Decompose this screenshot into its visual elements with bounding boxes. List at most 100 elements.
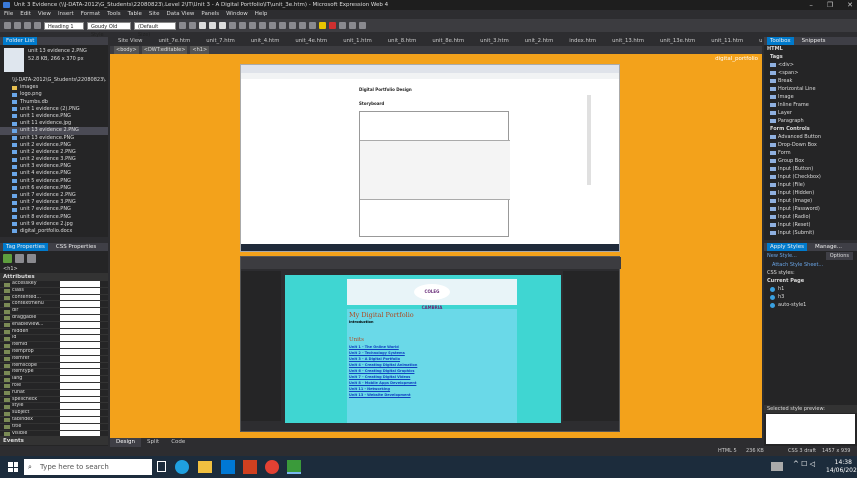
attribute-row[interactable]: itemid <box>0 342 108 349</box>
attribute-row[interactable]: style <box>0 403 108 411</box>
attribute-value[interactable] <box>60 410 100 416</box>
new-icon[interactable] <box>4 22 11 29</box>
html-category[interactable]: HTML <box>764 45 857 53</box>
status-html[interactable]: HTML 5 <box>718 447 737 456</box>
attribute-value[interactable] <box>60 403 100 410</box>
close-button[interactable]: ✕ <box>847 0 853 10</box>
attribute-row[interactable]: draggable <box>0 314 108 322</box>
file-item[interactable]: unit 2 evidence 2.PNG <box>0 149 108 156</box>
save-icon[interactable] <box>24 22 31 29</box>
attribute-row[interactable]: class <box>0 287 108 295</box>
document-tab[interactable]: unit_2.htm <box>517 37 562 46</box>
file-item[interactable]: unit 13 evidence.PNG <box>0 135 108 142</box>
file-item[interactable]: unit 2 evidence 3.PNG <box>0 156 108 163</box>
tab-split[interactable]: Split <box>141 438 165 447</box>
tag-body[interactable]: <body> <box>114 46 139 54</box>
options-button[interactable]: Options <box>825 252 853 260</box>
align-left-icon[interactable] <box>229 22 236 29</box>
attribute-value[interactable] <box>60 355 100 362</box>
document-tab[interactable]: unit_3.htm <box>472 37 517 46</box>
new-style-link[interactable]: New Style... <box>767 253 797 259</box>
underline-icon[interactable] <box>219 22 226 29</box>
folder-item[interactable]: images <box>0 84 108 91</box>
document-tab[interactable]: unit_7e.htm <box>150 37 198 46</box>
file-item[interactable]: unit 9 evidence 2.jpg <box>0 221 108 228</box>
toolbox-tag-item[interactable]: Inline Frame <box>764 101 857 109</box>
attribute-value[interactable] <box>60 369 100 376</box>
file-item[interactable]: unit 1 evidence.PNG <box>0 113 108 120</box>
file-item[interactable]: unit 4 evidence.PNG <box>0 170 108 177</box>
attribute-value[interactable] <box>60 362 100 369</box>
toolbox-form-item[interactable]: Input (Submit) <box>764 229 857 237</box>
document-tab[interactable]: unit_1.htm <box>335 37 380 46</box>
outdent-icon[interactable] <box>299 22 306 29</box>
document-tab[interactable]: unit_4e.htm <box>287 37 335 46</box>
current-page-group[interactable]: Current Page <box>764 277 857 285</box>
numbering-icon[interactable] <box>269 22 276 29</box>
toolbox-tag-item[interactable]: <span> <box>764 69 857 77</box>
undo-icon[interactable] <box>179 22 186 29</box>
italic-icon[interactable] <box>209 22 216 29</box>
toolbox-form-item[interactable]: Input (Button) <box>764 165 857 173</box>
keyboard-icon[interactable] <box>771 462 783 471</box>
attribute-value[interactable] <box>60 335 100 342</box>
toolbox-form-item[interactable]: Form <box>764 149 857 157</box>
mail-icon[interactable] <box>221 460 235 474</box>
taskbar-clock[interactable]: 14:38 14/06/2023 <box>826 459 857 475</box>
menu-data-view[interactable]: Data View <box>166 10 194 19</box>
tab-snippets[interactable]: Snippets <box>802 37 826 45</box>
document-tab[interactable]: unit_11.htm <box>703 37 751 46</box>
file-item[interactable]: unit 13 evidence 2.PNG <box>0 127 108 135</box>
edge-icon[interactable] <box>175 460 189 474</box>
attribute-row[interactable]: accesskey <box>0 281 108 288</box>
menu-edit[interactable]: Edit <box>20 10 31 19</box>
folder-root[interactable]: \\J-DATA-2012\G_Students\22080823\. <box>0 77 108 84</box>
attributes-section[interactable]: Attributes <box>0 273 108 281</box>
toolbox-form-item[interactable]: Group Box <box>764 157 857 165</box>
toolbox-tag-item[interactable]: Paragraph <box>764 117 857 125</box>
toolbox-form-item[interactable]: Input (Reset) <box>764 221 857 229</box>
file-item[interactable]: unit 8 evidence.PNG <box>0 214 108 221</box>
attribute-row[interactable]: visible <box>0 430 108 438</box>
toolbox-form-item[interactable]: Drop-Down Box <box>764 141 857 149</box>
tab-tag-properties[interactable]: Tag Properties <box>3 243 48 251</box>
table-icon[interactable] <box>349 22 356 29</box>
tags-category[interactable]: Tags <box>764 53 857 61</box>
toolbox-form-item[interactable]: Input (Checkbox) <box>764 173 857 181</box>
attach-style-sheet-link[interactable]: Attach Style Sheet... <box>764 261 857 269</box>
toolbox-form-item[interactable]: Input (File) <box>764 181 857 189</box>
attribute-row[interactable]: title <box>0 423 108 431</box>
toolbox-tag-item[interactable]: <div> <box>764 61 857 69</box>
toolbox-form-item[interactable]: Input (Hidden) <box>764 189 857 197</box>
toolbox-tag-item[interactable]: Layer <box>764 109 857 117</box>
tab-toolbox[interactable]: Toolbox <box>767 37 794 45</box>
toolbox-tag-item[interactable]: Horizontal Line <box>764 85 857 93</box>
windows-start-icon[interactable] <box>8 462 18 472</box>
attribute-value[interactable] <box>60 314 100 321</box>
tab-manage-styles[interactable]: Manage... <box>815 243 842 251</box>
attribute-row[interactable]: id <box>0 335 108 343</box>
file-item[interactable]: digital_portfolio.docx <box>0 228 108 235</box>
attribute-row[interactable]: itemref <box>0 355 108 363</box>
form-controls-category[interactable]: Form Controls <box>764 125 857 133</box>
menu-table[interactable]: Table <box>128 10 142 19</box>
attribute-value[interactable] <box>60 348 100 355</box>
toolbox-form-item[interactable]: Input (Image) <box>764 197 857 205</box>
font-select[interactable]: Goudy Old Style <box>87 21 131 38</box>
menu-format[interactable]: Format <box>81 10 100 19</box>
menu-tools[interactable]: Tools <box>107 10 121 19</box>
system-tray-icon[interactable]: ^ ☐ ◁ <box>793 460 815 468</box>
menu-help[interactable]: Help <box>255 10 268 19</box>
preview-icon[interactable] <box>34 22 41 29</box>
attribute-value[interactable] <box>60 382 100 389</box>
attribute-row[interactable]: role <box>0 382 108 390</box>
document-tab[interactable]: unit_4.htm <box>243 37 288 46</box>
file-item[interactable]: unit 5 evidence.PNG <box>0 178 108 185</box>
document-tab[interactable]: unit_7.htm <box>198 37 243 46</box>
file-item[interactable]: unit 2 evidence.PNG <box>0 142 108 149</box>
attribute-row[interactable]: itemtype <box>0 369 108 377</box>
menu-file[interactable]: File <box>4 10 13 19</box>
attribute-row[interactable]: itemprop <box>0 348 108 356</box>
menu-view[interactable]: View <box>38 10 51 19</box>
toolbox-form-item[interactable]: Input (Radio) <box>764 213 857 221</box>
